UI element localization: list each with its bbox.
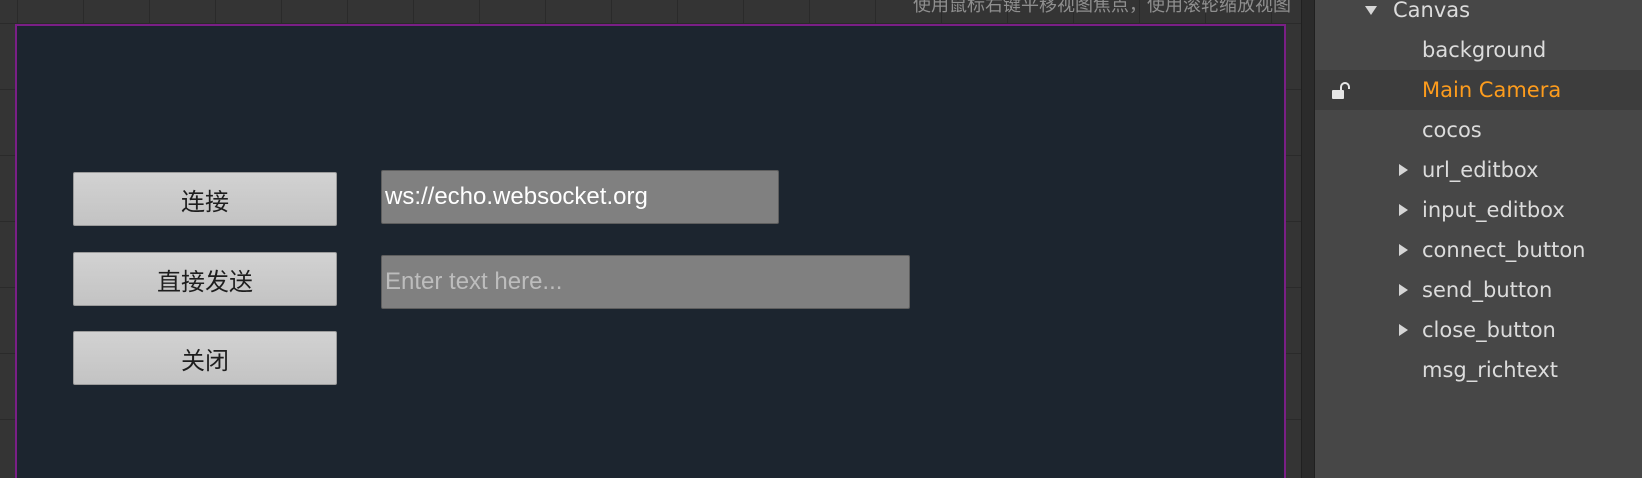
hierarchy-panel: Canvas background Main Camera cocos url_… (1315, 0, 1642, 478)
expand-arrow-icon[interactable] (1399, 164, 1408, 176)
tree-node-main-camera[interactable]: Main Camera (1315, 70, 1642, 110)
tree-node-background[interactable]: background (1315, 30, 1642, 70)
editor-window: 使用鼠标右键平移视图焦点，使用滚轮缩放视图 连接 直接发送 关闭 ws://ec… (0, 0, 1642, 478)
tree-node-cocos[interactable]: cocos (1315, 110, 1642, 150)
tree-node-send-button[interactable]: send_button (1315, 270, 1642, 310)
tree-node-label: Canvas (1393, 0, 1471, 22)
tree-node-label: msg_richtext (1422, 358, 1558, 382)
design-canvas[interactable]: 连接 直接发送 关闭 (15, 24, 1286, 478)
tree-node-label: close_button (1422, 318, 1556, 342)
tree-node-label: background (1422, 38, 1547, 62)
tree-node-connect-button[interactable]: connect_button (1315, 230, 1642, 270)
tree-node-label: url_editbox (1422, 158, 1539, 182)
tree-node-label: connect_button (1422, 238, 1586, 262)
panel-splitter[interactable] (1301, 0, 1315, 478)
expand-arrow-icon[interactable] (1365, 6, 1377, 15)
input-editbox[interactable]: Enter text here... (381, 255, 910, 309)
expand-arrow-icon[interactable] (1399, 324, 1408, 336)
url-editbox[interactable]: ws://echo.websocket.org (381, 170, 779, 224)
tree-node-input-editbox[interactable]: input_editbox (1315, 190, 1642, 230)
tree-node-close-button[interactable]: close_button (1315, 310, 1642, 350)
unlock-icon[interactable] (1331, 82, 1353, 100)
scene-viewport[interactable]: 使用鼠标右键平移视图焦点，使用滚轮缩放视图 连接 直接发送 关闭 ws://ec… (0, 0, 1301, 478)
tree-node-label: send_button (1422, 278, 1553, 302)
expand-arrow-icon[interactable] (1399, 244, 1408, 256)
tree-node-label: cocos (1422, 118, 1482, 142)
tree-node-label: input_editbox (1422, 198, 1565, 222)
expand-arrow-icon[interactable] (1399, 284, 1408, 296)
tree-node-msg-richtext[interactable]: msg_richtext (1315, 350, 1642, 390)
tree-node-url-editbox[interactable]: url_editbox (1315, 150, 1642, 190)
connect-button[interactable]: 连接 (73, 172, 337, 226)
tree-node-label: Main Camera (1422, 78, 1562, 102)
close-button[interactable]: 关闭 (73, 331, 337, 385)
tree-node-canvas[interactable]: Canvas (1315, 0, 1642, 30)
send-button[interactable]: 直接发送 (73, 252, 337, 306)
scene-hint-text: 使用鼠标右键平移视图焦点，使用滚轮缩放视图 (913, 0, 1291, 16)
expand-arrow-icon[interactable] (1399, 204, 1408, 216)
